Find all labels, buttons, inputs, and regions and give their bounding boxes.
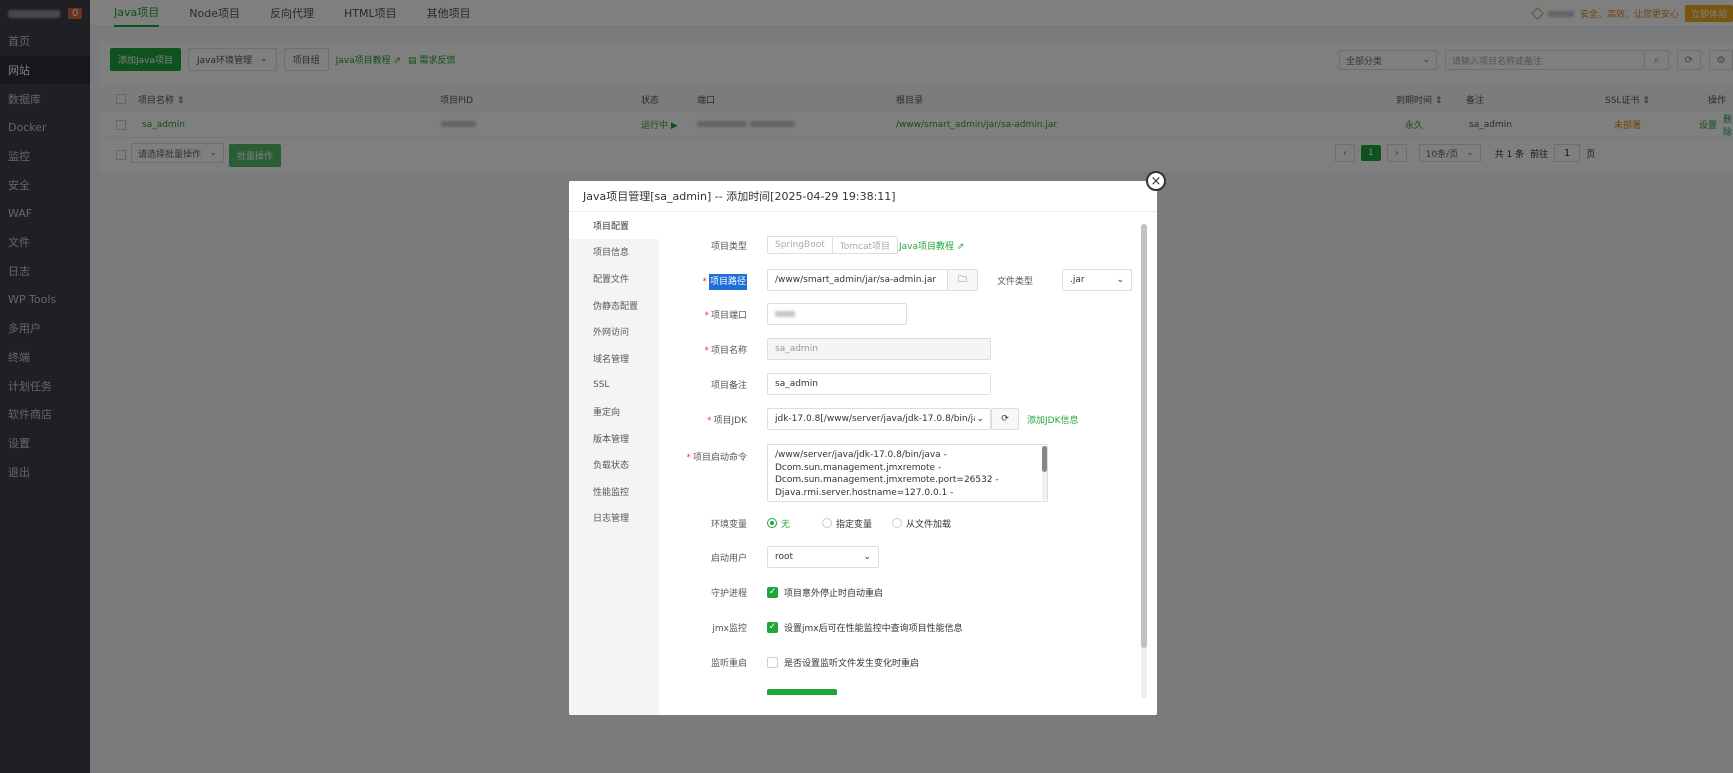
modal-nav-project-config[interactable]: 项目配置 bbox=[569, 212, 659, 239]
port-value-redacted bbox=[775, 311, 795, 317]
watch-restart-text: 是否设置监听文件发生变化时重启 bbox=[784, 658, 920, 669]
project-port-input[interactable] bbox=[767, 303, 907, 325]
type-springboot[interactable]: SpringBoot bbox=[768, 237, 832, 253]
jdk-select[interactable]: jdk-17.0.8[/www/server/java/jdk-17.0.8/b… bbox=[767, 408, 991, 430]
modal-scrollbar-thumb[interactable] bbox=[1141, 224, 1147, 648]
textarea-scrollbar[interactable] bbox=[1042, 446, 1047, 500]
check-icon: ✓ bbox=[767, 621, 778, 633]
watch-restart-label: 监听重启 bbox=[710, 658, 747, 669]
project-type-row: 项目类型 SpringBoot Tomcat项目 Java项目教程 ⇗ bbox=[659, 236, 1157, 254]
java-project-modal: Java项目管理[sa_admin] -- 添加时间[2025-04-29 19… bbox=[569, 181, 1157, 715]
project-name-row: * 项目名称 sa_admin bbox=[659, 338, 1157, 360]
refresh-icon[interactable]: ⟳ bbox=[991, 408, 1019, 430]
daemon-checkbox[interactable]: ✓ 项目意外停止时自动重启 bbox=[767, 586, 883, 599]
env-vars-row: 环境变量 无 指定变量 从文件加载 bbox=[659, 516, 1157, 530]
modal-title: Java项目管理[sa_admin] -- 添加时间[2025-04-29 19… bbox=[569, 181, 1157, 212]
jmx-text: 设置jmx后可在性能监控中查询项目性能信息 bbox=[784, 623, 963, 634]
daemon-text: 项目意外停止时自动重启 bbox=[784, 588, 884, 599]
modal-nav-project-info[interactable]: 项目信息 bbox=[569, 239, 659, 266]
project-name-label: * 项目名称 bbox=[704, 345, 747, 356]
project-path-label: * 项目路径 bbox=[702, 273, 747, 290]
watch-restart-row: 监听重启 是否设置监听文件发生变化时重启 bbox=[659, 655, 1157, 669]
type-tutorial-label: Java项目教程 bbox=[899, 241, 955, 252]
project-port-row: * 项目端口 bbox=[659, 303, 1157, 325]
chevron-down-icon: ⌄ bbox=[1116, 275, 1124, 285]
modal-nav-performance[interactable]: 性能监控 bbox=[569, 478, 659, 505]
chevron-down-icon: ⌄ bbox=[976, 414, 984, 424]
start-user-select[interactable]: root ⌄ bbox=[767, 546, 879, 568]
env-specify-radio[interactable]: 指定变量 bbox=[822, 517, 872, 530]
modal-nav-ssl[interactable]: SSL bbox=[569, 372, 659, 399]
daemon-row: 守护进程 ✓ 项目意外停止时自动重启 bbox=[659, 585, 1157, 599]
env-file-radio[interactable]: 从文件加载 bbox=[892, 517, 951, 530]
project-name-label-text: 项目名称 bbox=[710, 345, 747, 356]
modal-nav-load-status[interactable]: 负载状态 bbox=[569, 451, 659, 478]
modal-nav-config-file[interactable]: 配置文件 bbox=[569, 265, 659, 292]
type-tomcat[interactable]: Tomcat项目 bbox=[831, 237, 897, 253]
modal-scrollbar[interactable] bbox=[1141, 224, 1147, 699]
jdk-select-value: jdk-17.0.8[/www/server/java/jdk-17.0.8/b… bbox=[775, 414, 975, 424]
start-user-row: 启动用户 root ⌄ bbox=[659, 546, 1157, 568]
watch-restart-checkbox[interactable]: 是否设置监听文件发生变化时重启 bbox=[767, 656, 919, 669]
start-command-label-text: 项目启动命令 bbox=[692, 452, 747, 463]
chevron-down-icon: ⌄ bbox=[863, 552, 871, 562]
env-file-label: 从文件加载 bbox=[906, 519, 952, 530]
env-none-radio[interactable]: 无 bbox=[767, 517, 790, 530]
start-user-value: root bbox=[775, 552, 794, 562]
jmx-row: jmx监控 ✓ 设置jmx后可在性能监控中查询项目性能信息 bbox=[659, 620, 1157, 634]
project-type-segmented: SpringBoot Tomcat项目 bbox=[767, 236, 898, 254]
radio-icon bbox=[892, 518, 902, 528]
start-command-label: * 项目启动命令 bbox=[686, 452, 747, 463]
project-jdk-label-text: 项目JDK bbox=[713, 415, 748, 426]
project-name-input: sa_admin bbox=[767, 338, 991, 360]
textarea-scrollbar-thumb[interactable] bbox=[1042, 446, 1047, 472]
modal-nav-version[interactable]: 版本管理 bbox=[569, 425, 659, 452]
file-type-value: .jar bbox=[1070, 275, 1085, 285]
project-remark-label: 项目备注 bbox=[710, 380, 747, 391]
modal-nav: 项目配置 项目信息 配置文件 伪静态配置 外网访问 域名管理 SSL 重定向 版本管理 负载状态性… bbox=[569, 212, 659, 715]
modal-nav-rewrite[interactable]: 伪静态配置 bbox=[569, 292, 659, 319]
project-type-label: 项目类型 bbox=[710, 241, 747, 252]
project-jdk-label: * 项目JDK bbox=[707, 415, 748, 426]
file-type-label: 文件类型 bbox=[997, 276, 1034, 287]
close-icon[interactable]: × bbox=[1146, 171, 1166, 191]
env-vars-label: 环境变量 bbox=[710, 519, 747, 530]
project-remark-input[interactable]: sa_admin bbox=[767, 373, 991, 395]
type-tutorial-link[interactable]: Java项目教程 ⇗ bbox=[899, 239, 964, 252]
modal-nav-domain[interactable]: 域名管理 bbox=[569, 345, 659, 372]
radio-selected-icon bbox=[767, 518, 777, 528]
daemon-label: 守护进程 bbox=[710, 588, 747, 599]
modal-nav-external-access[interactable]: 外网访问 bbox=[569, 318, 659, 345]
project-path-input[interactable]: /www/smart_admin/jar/sa-admin.jar bbox=[767, 269, 948, 291]
modal-nav-redirect[interactable]: 重定向 bbox=[569, 398, 659, 425]
jmx-label: jmx监控 bbox=[712, 623, 747, 634]
env-none-label: 无 bbox=[781, 519, 791, 530]
project-port-label-text: 项目端口 bbox=[710, 310, 747, 321]
modal-nav-logs[interactable]: 日志管理 bbox=[569, 505, 659, 532]
checkbox-icon bbox=[767, 656, 778, 668]
project-port-label: * 项目端口 bbox=[704, 310, 747, 321]
env-specify-label: 指定变量 bbox=[836, 519, 873, 530]
project-remark-row: 项目备注 sa_admin bbox=[659, 373, 1157, 395]
modal-form: 项目类型 SpringBoot Tomcat项目 Java项目教程 ⇗ * 项目路… bbox=[659, 212, 1157, 715]
add-jdk-link[interactable]: 添加JDK信息 bbox=[1027, 413, 1079, 426]
external-link-icon: ⇗ bbox=[956, 241, 965, 252]
jmx-checkbox[interactable]: ✓ 设置jmx后可在性能监控中查询项目性能信息 bbox=[767, 621, 963, 634]
check-icon: ✓ bbox=[767, 586, 778, 598]
folder-icon[interactable]: 🗀 bbox=[947, 269, 978, 291]
project-jdk-row: * 项目JDK jdk-17.0.8[/www/server/java/jdk-1… bbox=[659, 408, 1157, 430]
save-button[interactable] bbox=[767, 689, 837, 695]
start-user-label: 启动用户 bbox=[710, 553, 747, 564]
project-path-label-text: 项目路径 bbox=[708, 273, 747, 290]
start-command-textarea[interactable]: /www/server/java/jdk-17.0.8/bin/java - D… bbox=[767, 444, 1048, 502]
radio-icon bbox=[822, 518, 832, 528]
file-type-select[interactable]: .jar ⌄ bbox=[1062, 269, 1132, 291]
project-path-row: * 项目路径 /www/smart_admin/jar/sa-admin.jar … bbox=[659, 269, 1157, 291]
